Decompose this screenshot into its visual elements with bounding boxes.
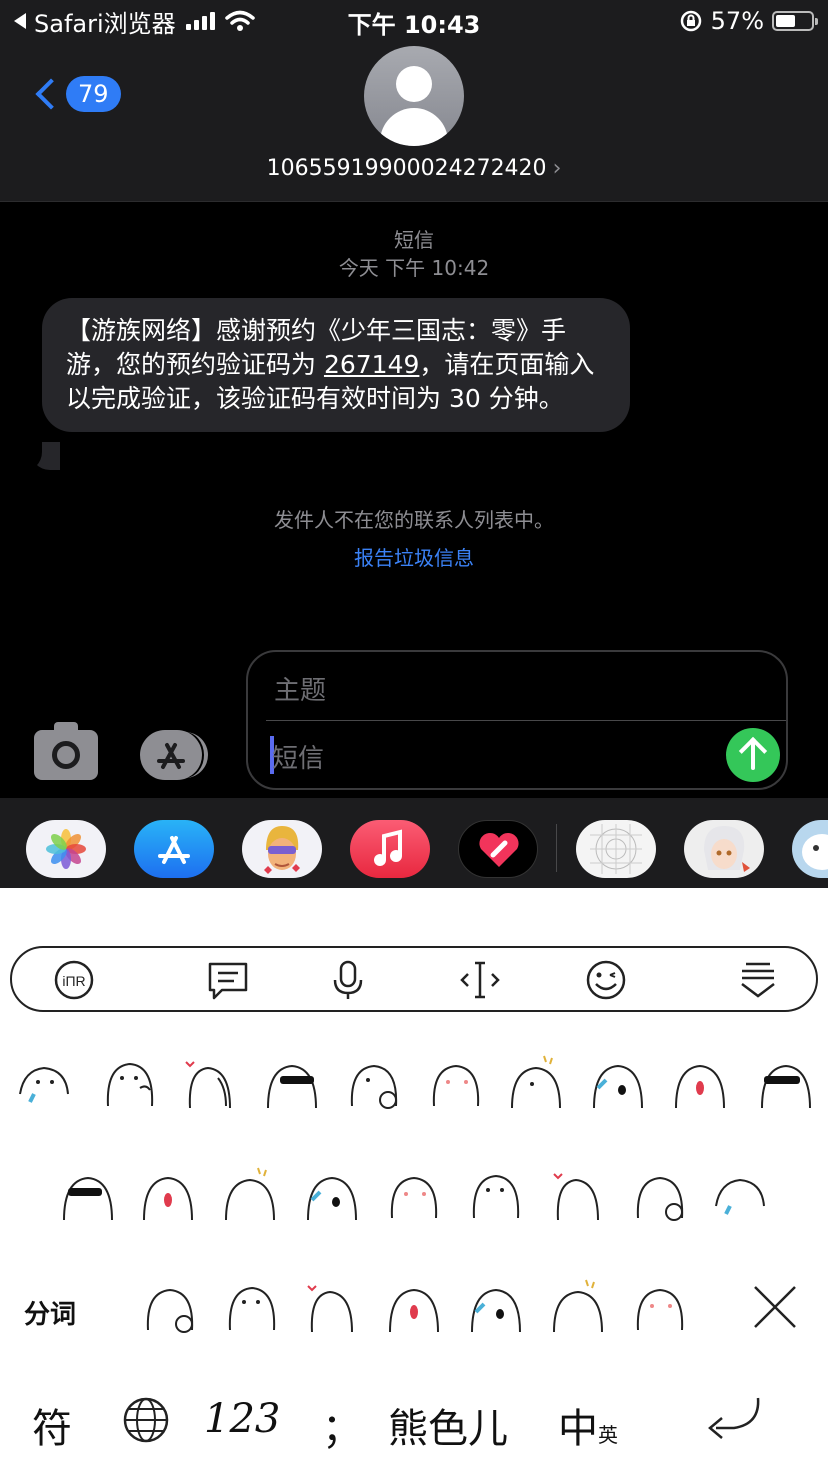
send-button[interactable] bbox=[726, 728, 780, 782]
keyboard: iПR 分词 符 123 ； 熊色儿 中英 bbox=[0, 888, 828, 1472]
unknown-sender-notice: 发件人不在您的联系人列表中。 bbox=[274, 508, 554, 532]
message-input[interactable]: 短信 bbox=[272, 738, 324, 775]
verification-code[interactable]: 267149 bbox=[324, 350, 419, 379]
return-icon[interactable] bbox=[704, 1394, 764, 1444]
keyboard-bottom-row: 符 123 ； 熊色儿 中英 bbox=[0, 1386, 828, 1456]
photos-icon[interactable] bbox=[26, 820, 106, 878]
status-right: 57% bbox=[679, 6, 818, 36]
keyboard-collapse-icon[interactable] bbox=[736, 960, 780, 1000]
bear-sticker[interactable] bbox=[756, 1054, 816, 1110]
contact-number: 10655919900024272420 bbox=[266, 156, 547, 181]
bear-sticker[interactable] bbox=[670, 1054, 730, 1110]
lang-sub-label: 英 bbox=[598, 1423, 618, 1447]
bear-sticker[interactable] bbox=[180, 1054, 240, 1110]
bear-sticker[interactable] bbox=[58, 1166, 118, 1222]
emoji-icon[interactable] bbox=[584, 960, 628, 1000]
imessage-app-strip bbox=[0, 798, 828, 888]
bear-sticker[interactable] bbox=[140, 1278, 200, 1334]
bear-sticker[interactable] bbox=[588, 1054, 648, 1110]
bear-sticker[interactable] bbox=[222, 1278, 282, 1334]
apps-button[interactable] bbox=[140, 730, 208, 780]
orientation-lock-icon bbox=[680, 10, 701, 32]
keyboard-toolbar: iПR bbox=[10, 946, 818, 1012]
bear-sticker[interactable] bbox=[384, 1166, 444, 1222]
symbols-key[interactable]: 符 bbox=[32, 1396, 72, 1454]
message-timestamp: 今天 下午 10:42 bbox=[338, 256, 490, 280]
message-icon[interactable] bbox=[206, 960, 250, 1000]
unread-badge: 79 bbox=[66, 76, 121, 112]
report-junk-link[interactable]: 报告垃圾信息 bbox=[0, 542, 828, 571]
bear-sticker[interactable] bbox=[344, 1054, 404, 1110]
camera-button[interactable] bbox=[34, 722, 98, 780]
conversation-header: 79 10655919900024272420 › bbox=[0, 42, 828, 202]
bear-sticker[interactable] bbox=[630, 1166, 690, 1222]
composer-divider bbox=[266, 720, 786, 721]
status-bar: Safari浏览器 下午 10:43 57% bbox=[0, 0, 828, 42]
bear-sticker[interactable] bbox=[710, 1166, 770, 1222]
semicolon-key[interactable]: ； bbox=[322, 1396, 362, 1454]
bear-sticker[interactable] bbox=[14, 1054, 74, 1110]
camera-icon bbox=[52, 741, 80, 769]
subject-input[interactable]: 主题 bbox=[274, 670, 326, 707]
contact-avatar[interactable] bbox=[364, 46, 464, 146]
contact-name[interactable]: 10655919900024272420 › bbox=[0, 156, 828, 181]
sticker-name-key[interactable]: 熊色儿 bbox=[388, 1396, 508, 1454]
music-icon[interactable] bbox=[350, 820, 430, 878]
message-bubble[interactable]: 【游族网络】感谢预约《少年三国志：零》手游，您的预约验证码为 267149，请在… bbox=[42, 298, 630, 432]
close-icon[interactable] bbox=[752, 1284, 798, 1330]
anime-sticker-icon[interactable] bbox=[684, 820, 764, 878]
bear-sticker[interactable] bbox=[100, 1054, 160, 1110]
sticker-row-2 bbox=[0, 1166, 828, 1246]
message-composer[interactable]: 主题 短信 bbox=[246, 650, 788, 790]
message-type-label: 短信 bbox=[394, 228, 434, 252]
bear-sticker[interactable] bbox=[384, 1278, 444, 1334]
battery-percent: 57% bbox=[710, 7, 764, 35]
sticker-row-1 bbox=[0, 1054, 828, 1134]
cursor-icon[interactable] bbox=[458, 960, 502, 1000]
chevron-left-icon bbox=[35, 78, 67, 110]
app-store-icon[interactable] bbox=[134, 820, 214, 878]
microphone-icon[interactable] bbox=[326, 960, 370, 1000]
bear-sticker[interactable] bbox=[138, 1166, 198, 1222]
bear-sticker[interactable] bbox=[302, 1166, 362, 1222]
chevron-right-icon: › bbox=[552, 156, 562, 181]
battery-icon bbox=[772, 11, 818, 31]
bear-sticker[interactable] bbox=[548, 1166, 608, 1222]
bear-sticker[interactable] bbox=[630, 1278, 690, 1334]
sticker-row-3 bbox=[0, 1278, 828, 1358]
language-toggle-key[interactable]: 中英 bbox=[558, 1396, 618, 1454]
bear-sticker[interactable] bbox=[302, 1278, 362, 1334]
bear-sticker[interactable] bbox=[548, 1278, 608, 1334]
app-store-icon bbox=[157, 743, 185, 769]
strip-divider bbox=[556, 824, 557, 872]
numbers-key[interactable]: 123 bbox=[204, 1396, 280, 1442]
digital-touch-icon[interactable] bbox=[458, 820, 538, 878]
back-button[interactable]: 79 bbox=[30, 76, 121, 112]
cow-sticker-icon[interactable] bbox=[792, 820, 828, 878]
memoji-icon[interactable] bbox=[242, 820, 322, 878]
message-meta: 短信 今天 下午 10:42 bbox=[0, 226, 828, 282]
bear-sticker[interactable] bbox=[262, 1054, 322, 1110]
svg-text:iПR: iПR bbox=[62, 973, 85, 989]
bear-sticker[interactable] bbox=[466, 1278, 526, 1334]
globe-icon[interactable] bbox=[122, 1396, 170, 1444]
sticker-grid-icon[interactable] bbox=[576, 820, 656, 878]
bear-sticker[interactable] bbox=[220, 1166, 280, 1222]
bear-sticker[interactable] bbox=[506, 1054, 566, 1110]
lang-main-label: 中 bbox=[558, 1406, 598, 1452]
bear-sticker[interactable] bbox=[466, 1166, 526, 1222]
bear-sticker[interactable] bbox=[426, 1054, 486, 1110]
ime-logo-icon[interactable]: iПR bbox=[52, 960, 96, 1000]
